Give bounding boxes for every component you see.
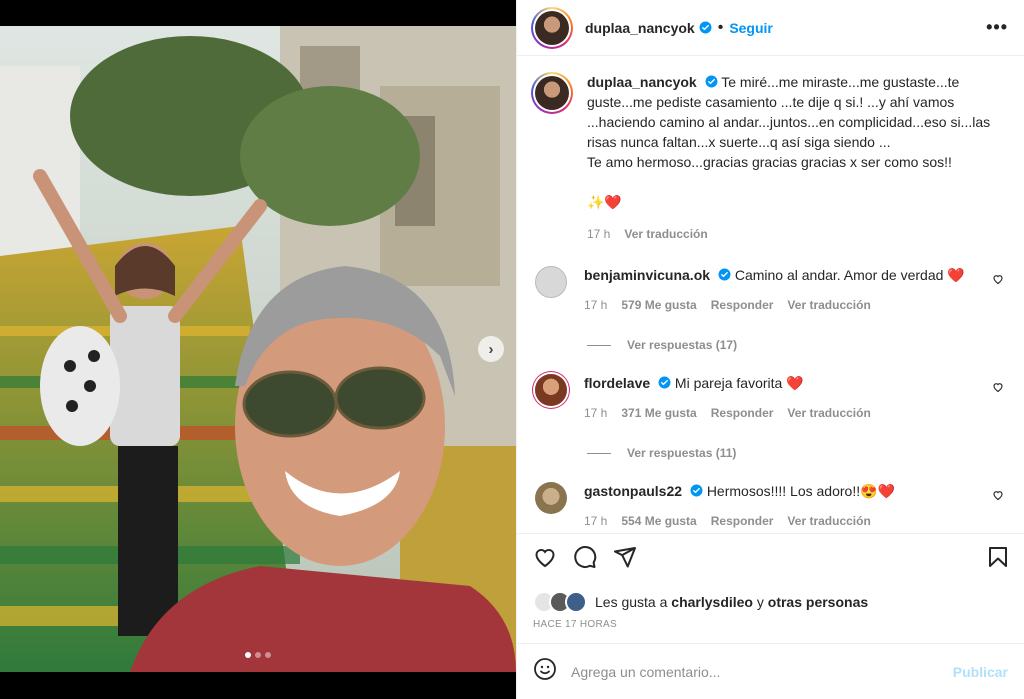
view-replies-label: Ver respuestas (11) — [627, 446, 737, 460]
heart-icon[interactable] — [533, 545, 557, 574]
view-replies-button[interactable]: Ver respuestas (11) — [587, 446, 1008, 460]
comment-input[interactable] — [571, 663, 953, 680]
likes-prefix: Les gusta a — [595, 594, 672, 610]
like-comment-heart-icon[interactable] — [992, 380, 1004, 393]
carousel-dot — [255, 652, 261, 658]
caption-username[interactable]: duplaa_nancyok — [587, 74, 697, 90]
comment-meta: 17 h 579 Me gusta Responder Ver traducci… — [584, 296, 1008, 314]
liker-username[interactable]: charlysdileo — [671, 594, 753, 610]
likes-summary: Les gusta a charlysdileo y otras persona… — [517, 585, 1024, 619]
comment-meta: 17 h 371 Me gusta Responder Ver traducci… — [584, 404, 1008, 422]
post-timestamp[interactable]: HACE 17 HORAS — [517, 619, 1024, 643]
comment-time: 17 h — [584, 298, 608, 312]
comment-time: 17 h — [584, 514, 608, 528]
follow-button[interactable]: Seguir — [729, 20, 773, 36]
like-comment-heart-icon[interactable] — [992, 272, 1004, 285]
post-photo[interactable] — [0, 26, 516, 672]
carousel-dot — [245, 652, 251, 658]
verified-badge-icon — [658, 376, 671, 389]
emoji-icon[interactable] — [533, 657, 557, 686]
next-image-button[interactable]: › — [478, 336, 504, 362]
comment-text: Camino al andar. Amor de verdad ❤️ — [734, 267, 965, 283]
share-icon[interactable] — [613, 545, 637, 574]
author-username[interactable]: duplaa_nancyok — [585, 20, 695, 36]
comment-likes[interactable]: 554 Me gusta — [621, 512, 696, 530]
post-media: › — [0, 0, 516, 699]
caption-meta: 17 h Ver traducción — [587, 224, 1008, 244]
reply-button[interactable]: Responder — [711, 404, 774, 422]
comment-icon[interactable] — [573, 545, 597, 574]
caption-time: 17 h — [587, 227, 611, 241]
verified-badge-icon — [705, 75, 718, 88]
add-comment-bar: Publicar — [517, 643, 1024, 699]
commenter-username[interactable]: gastonpauls22 — [584, 483, 682, 499]
commenter-avatar[interactable] — [535, 482, 567, 514]
carousel-indicator — [0, 652, 516, 658]
comment-item: benjaminvicuna.ok Camino al andar. Amor … — [531, 266, 1008, 314]
commenter-avatar[interactable] — [535, 266, 567, 298]
post-actions — [517, 533, 1024, 585]
verified-badge-icon — [718, 268, 731, 281]
comments-list[interactable]: duplaa_nancyok Te miré...me miraste...me… — [517, 56, 1024, 533]
header-separator: • — [717, 18, 724, 36]
view-replies-label: Ver respuestas (17) — [627, 338, 738, 352]
see-translation-link[interactable]: Ver traducción — [787, 512, 870, 530]
bookmark-icon[interactable] — [986, 545, 1010, 574]
comment-item: gastonpauls22 Hermosos!!!! Los adoro!!😍❤… — [531, 482, 1008, 530]
chevron-right-icon: › — [488, 340, 494, 358]
more-options-button[interactable]: ••• — [986, 17, 1008, 38]
publish-button[interactable]: Publicar — [953, 664, 1008, 680]
post-panel: duplaa_nancyok • Seguir ••• duplaa_nancy… — [516, 0, 1024, 699]
carousel-dot — [265, 652, 271, 658]
comment-time: 17 h — [584, 406, 608, 420]
verified-badge-icon — [699, 21, 712, 34]
verified-badge-icon — [690, 484, 703, 497]
comment-text: Hermosos!!!! Los adoro!!😍❤️ — [706, 483, 895, 499]
photo-illustration — [0, 26, 516, 672]
commenter-username[interactable]: benjaminvicuna.ok — [584, 267, 710, 283]
comment-item: flordelave Mi pareja favorita ❤️ 17 h 37… — [531, 374, 1008, 422]
like-comment-heart-icon[interactable] — [992, 488, 1004, 501]
see-translation-link[interactable]: Ver traducción — [787, 404, 870, 422]
post-header: duplaa_nancyok • Seguir ••• — [517, 0, 1024, 56]
caption-avatar[interactable] — [531, 72, 573, 114]
liker-avatars[interactable] — [533, 591, 587, 613]
author-avatar[interactable] — [531, 6, 573, 49]
reply-button[interactable]: Responder — [711, 512, 774, 530]
see-translation-link[interactable]: Ver traducción — [787, 296, 870, 314]
caption-text: Te miré...me miraste...me gustaste...te … — [587, 74, 991, 210]
comment-text: Mi pareja favorita ❤️ — [674, 375, 804, 391]
comment-meta: 17 h 554 Me gusta Responder Ver traducci… — [584, 512, 1008, 530]
other-likers-link[interactable]: otras personas — [768, 594, 868, 610]
comment-likes[interactable]: 579 Me gusta — [621, 296, 696, 314]
reply-button[interactable]: Responder — [711, 296, 774, 314]
caption: duplaa_nancyok Te miré...me miraste...me… — [531, 72, 1008, 244]
commenter-avatar[interactable] — [535, 374, 567, 406]
likes-middle: y — [752, 594, 768, 610]
comment-likes[interactable]: 371 Me gusta — [621, 404, 696, 422]
commenter-username[interactable]: flordelave — [584, 375, 650, 391]
view-replies-button[interactable]: Ver respuestas (17) — [587, 338, 1008, 352]
instagram-post-view: › duplaa_nancyok • Seguir ••• duplaa_nan… — [0, 0, 1024, 699]
see-translation-link[interactable]: Ver traducción — [624, 224, 707, 244]
